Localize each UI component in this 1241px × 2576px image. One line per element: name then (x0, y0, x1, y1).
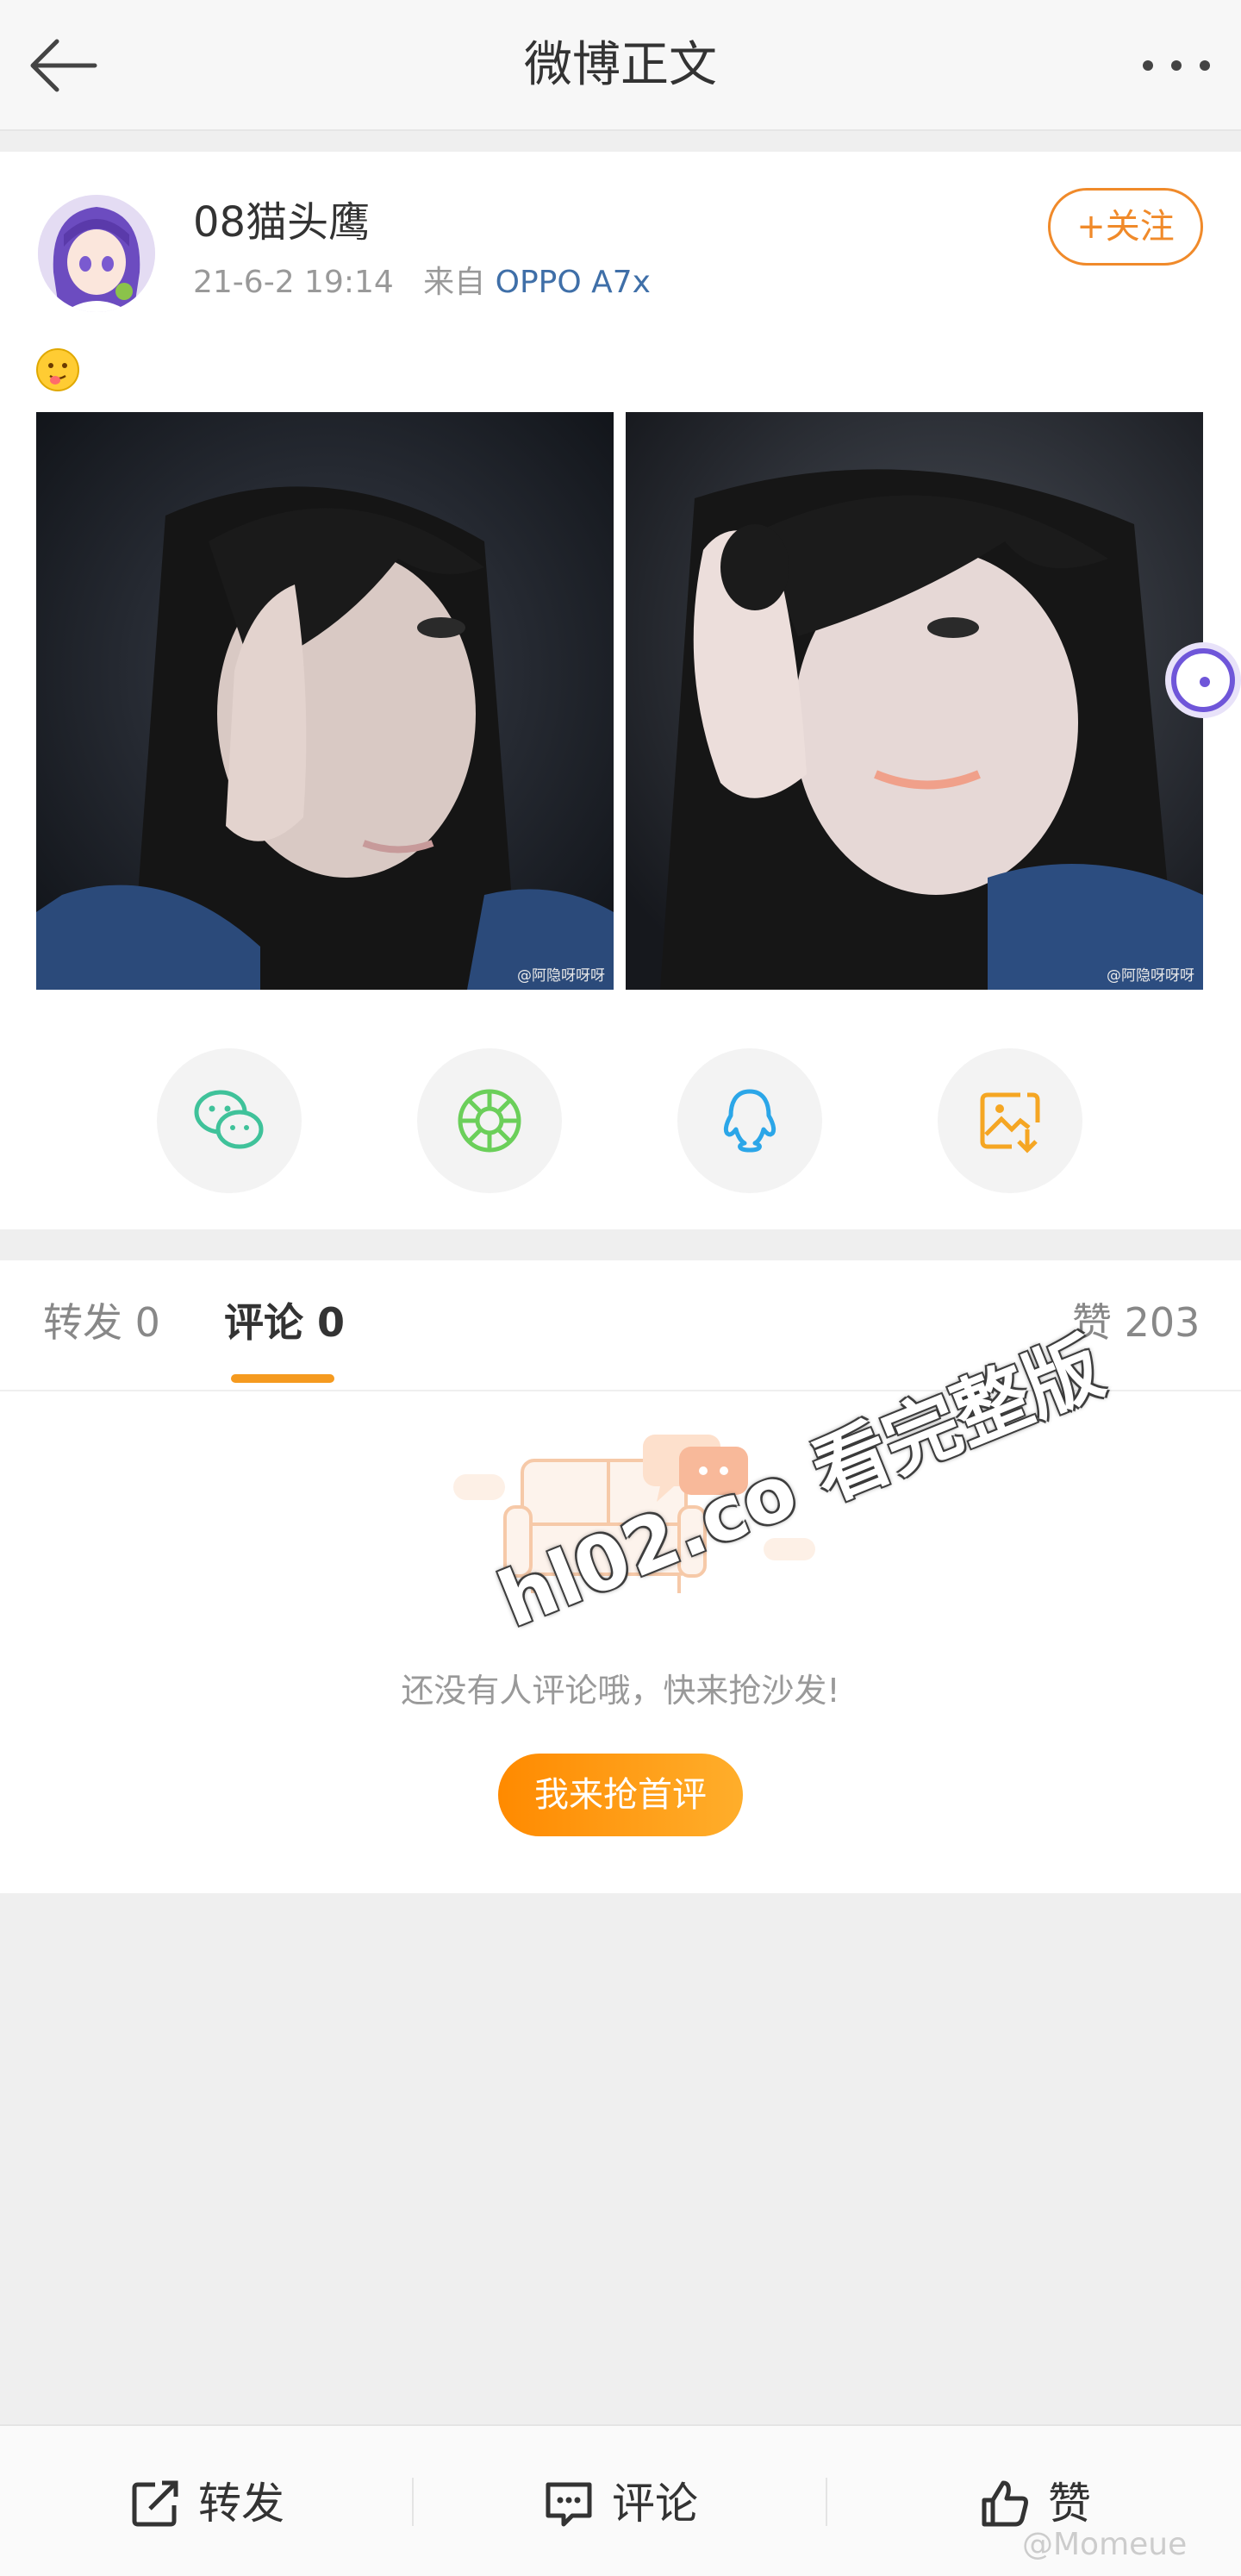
repost-button[interactable]: 转发 (129, 2469, 302, 2538)
corner-watermark: @Momeue (1022, 2527, 1188, 2562)
comment-button[interactable]: 评论 (543, 2469, 715, 2538)
tongue-emoji-icon (34, 347, 81, 393)
tab-comment[interactable]: 评论 0 (224, 1295, 345, 1350)
navbar: 微博正文 (0, 0, 1241, 131)
save-image-button[interactable] (938, 1048, 1082, 1193)
floating-assist-icon[interactable] (1160, 640, 1241, 721)
repost-label: 转发 (198, 2479, 284, 2529)
share-wechat-button[interactable] (157, 1048, 302, 1193)
moments-icon (458, 1089, 521, 1153)
page-title: 微博正文 (524, 37, 717, 93)
qq-icon (723, 1089, 776, 1153)
follow-button[interactable]: +关注 (1048, 188, 1203, 266)
timestamp: 21-6-2 19:14 (193, 265, 394, 300)
comment-label: 评论 (612, 2479, 698, 2529)
comment-icon (546, 2482, 592, 2527)
share-qq-button[interactable] (677, 1048, 822, 1193)
empty-state: 还没有人评论哦，快来抢沙发! 我来抢首评 (0, 1391, 1241, 1893)
divider (412, 2478, 414, 2526)
thumbs-up-icon (982, 2480, 1028, 2527)
post-photo-1[interactable]: @阿隐呀呀呀 (36, 412, 614, 990)
post-photo-2[interactable]: @阿隐呀呀呀 (626, 412, 1203, 990)
wechat-icon (194, 1090, 264, 1149)
photo-watermark: @阿隐呀呀呀 (1107, 967, 1194, 985)
photo-watermark: @阿隐呀呀呀 (517, 967, 605, 985)
avatar[interactable] (38, 195, 155, 312)
tab-repost[interactable]: 转发 0 (43, 1295, 160, 1350)
first-comment-button[interactable]: 我来抢首评 (498, 1754, 743, 1836)
divider (826, 2478, 827, 2526)
bottom-action-bar: 转发 评论 赞 @Momeue (0, 2424, 1241, 2576)
device-link[interactable]: OPPO A7x (496, 265, 651, 300)
share-moments-button[interactable] (417, 1048, 562, 1193)
post-meta: 21-6-2 19:14 来自 OPPO A7x (193, 262, 651, 303)
source-prefix: 来自 (423, 265, 486, 300)
tab-underline (231, 1374, 334, 1383)
repost-icon (132, 2480, 178, 2527)
empty-message: 还没有人评论哦，快来抢沙发! (401, 1672, 840, 1710)
username[interactable]: 08猫头鹰 (193, 195, 370, 250)
more-icon[interactable] (1129, 31, 1224, 100)
save-image-icon (980, 1092, 1040, 1154)
post-card: 08猫头鹰 21-6-2 19:14 来自 OPPO A7x +关注 @阿隐呀呀… (0, 152, 1241, 1229)
